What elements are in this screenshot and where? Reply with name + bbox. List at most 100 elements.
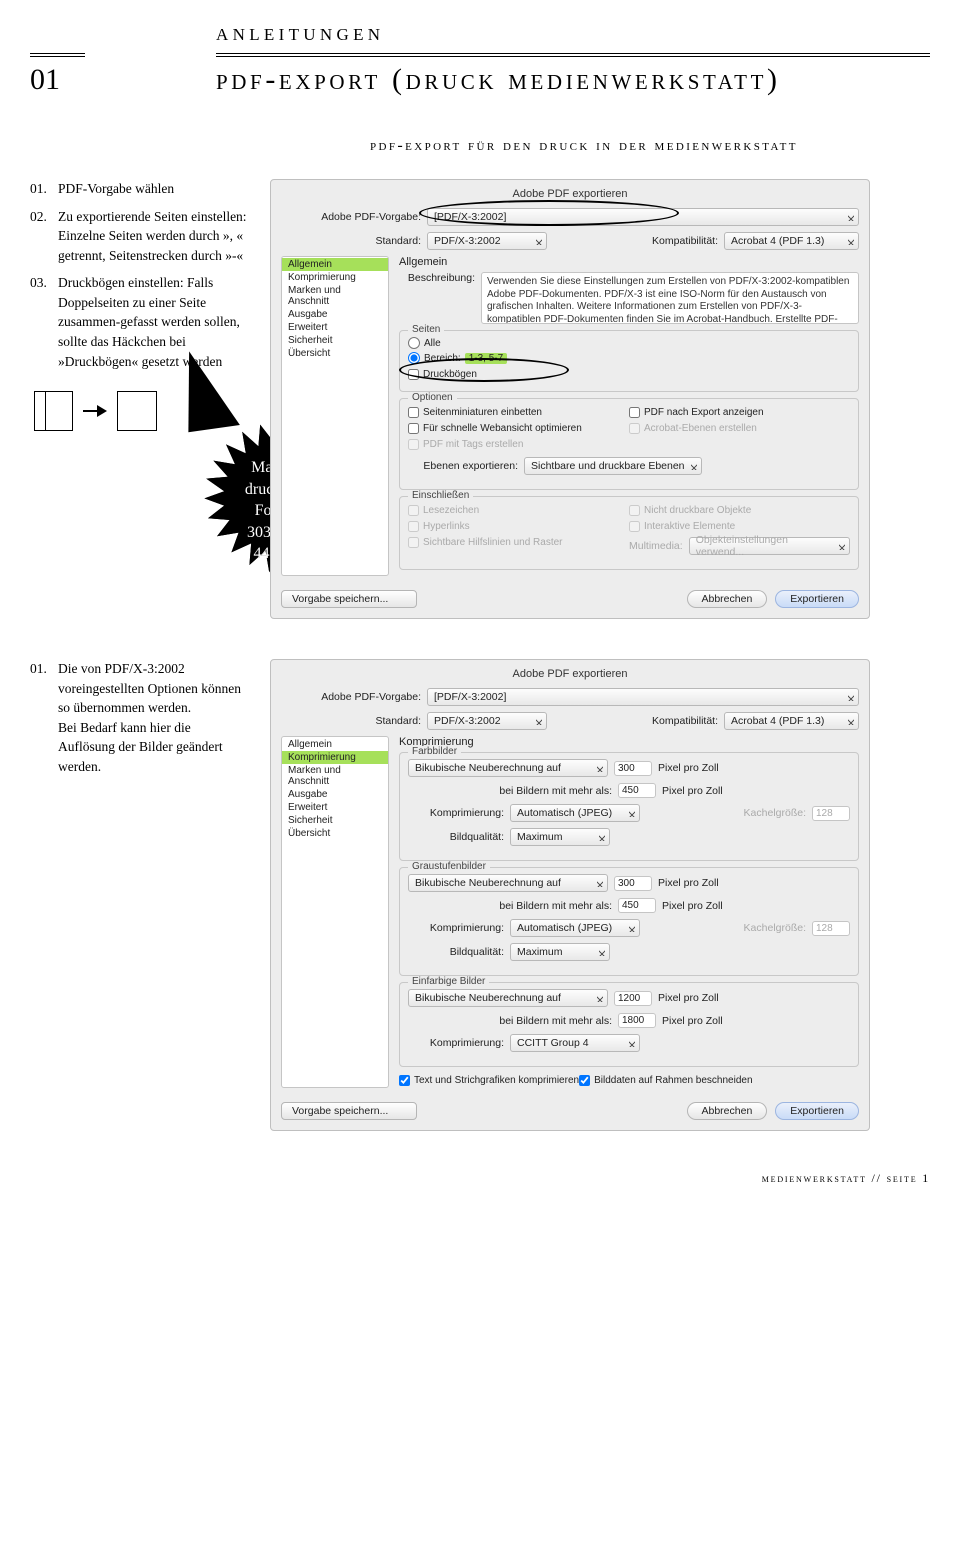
cancel-button[interactable]: Abbrechen <box>687 590 768 608</box>
sidebar-item[interactable]: Sicherheit <box>282 814 388 827</box>
sidebar-item[interactable]: Erweitert <box>282 321 388 334</box>
pdf-preset-select[interactable]: [PDF/X-3:2002] <box>427 688 859 706</box>
dpi-input[interactable]: 1200 <box>614 991 652 1006</box>
label: Komprimierung: <box>408 922 504 934</box>
sidebar-item[interactable]: Allgemein <box>282 738 388 751</box>
kompat-select[interactable]: Acrobat 4 (PDF 1.3) <box>724 712 859 730</box>
chk-pdfnach[interactable]: PDF nach Export anzeigen <box>629 407 764 418</box>
label: Beschreibung: <box>399 272 475 284</box>
label: Ebenen exportieren: <box>408 460 518 472</box>
steps-list-2: 01.Die von PDF/X-3:2002 voreingestellten… <box>30 659 250 1131</box>
label: bei Bildern mit mehr als: <box>408 900 612 912</box>
chk-interaktiv: Interaktive Elemente <box>629 521 735 532</box>
compression-select[interactable]: Automatisch (JPEG) <box>510 919 640 937</box>
header-kicker: anleitungen <box>216 20 930 47</box>
chk-crop-frames[interactable]: Bilddaten auf Rahmen beschneiden <box>579 1075 752 1086</box>
threshold-input[interactable]: 450 <box>618 783 656 798</box>
save-preset-button[interactable]: Vorgabe speichern... <box>281 1102 417 1120</box>
label: Bildqualität: <box>408 946 504 958</box>
sidebar-item[interactable]: Marken und Anschnitt <box>282 284 388 308</box>
label: Multimedia: <box>629 540 683 552</box>
step-text: Zu exportierende Seiten einstellen: Einz… <box>58 207 250 266</box>
label: Kachelgröße: <box>744 922 806 934</box>
label: Adobe PDF-Vorgabe: <box>311 211 421 223</box>
sidebar-item[interactable]: Erweitert <box>282 801 388 814</box>
dialog-sidebar[interactable]: Allgemein Komprimierung Marken und Ansch… <box>281 736 389 1088</box>
tile-input: 128 <box>812 921 850 936</box>
label: Standard: <box>311 715 421 727</box>
arrow-right-icon <box>83 399 107 423</box>
rule <box>216 53 930 57</box>
standard-select[interactable]: PDF/X-3:2002 <box>427 232 547 250</box>
sidebar-item[interactable]: Komprimierung <box>282 271 388 284</box>
chapter-number: 01 <box>30 63 70 97</box>
sidebar-item[interactable]: Ausgabe <box>282 788 388 801</box>
steps-list: 01. PDF-Vorgabe wählen 02. Zu exportierend… <box>30 179 250 619</box>
fieldset-legend: Seiten <box>408 324 444 335</box>
chk-lesezeichen: Lesezeichen <box>408 505 479 516</box>
downsample-select[interactable]: Bikubische Neuberechnung auf <box>408 874 608 892</box>
chk-pdftags: PDF mit Tags erstellen <box>408 439 523 450</box>
dpi-input[interactable]: 300 <box>614 876 652 891</box>
dpi-input[interactable]: 300 <box>614 761 652 776</box>
fieldset-legend: Einfarbige Bilder <box>408 976 489 987</box>
save-preset-button[interactable]: Vorgabe speichern... <box>281 590 417 608</box>
label: Pixel pro Zoll <box>662 900 723 912</box>
sidebar-item[interactable]: Allgemein <box>282 258 388 271</box>
label: Pixel pro Zoll <box>662 785 723 797</box>
step-text: PDF-Vorgabe wählen <box>58 179 174 199</box>
radio-alle[interactable]: Alle <box>408 337 441 349</box>
panel-title: Allgemein <box>399 256 859 268</box>
label: Pixel pro Zoll <box>658 762 719 774</box>
page-footer: medienwerkstatt // seite 1 <box>30 1171 930 1186</box>
chk-text-compress[interactable]: Text und Strichgrafiken komprimieren <box>399 1075 579 1086</box>
chk-webansicht[interactable]: Für schnelle Webansicht optimieren <box>408 423 582 434</box>
sidebar-item[interactable]: Übersicht <box>282 347 388 360</box>
dialog-title: Adobe PDF exportieren <box>281 668 859 680</box>
label: Bildqualität: <box>408 831 504 843</box>
step-num: 01. <box>30 179 52 199</box>
chk-nichtdruck: Nicht druckbare Objekte <box>629 505 751 516</box>
subtitle: pdf-export für den druck in der medienwe… <box>370 137 930 155</box>
export-dialog-komprimierung: Adobe PDF exportieren Adobe PDF-Vorgabe:… <box>270 659 870 1131</box>
standard-select[interactable]: PDF/X-3:2002 <box>427 712 547 730</box>
label: Kompatibilität: <box>623 715 718 727</box>
rule <box>30 53 85 57</box>
sidebar-item[interactable]: Sicherheit <box>282 334 388 347</box>
compression-select[interactable]: Automatisch (JPEG) <box>510 804 640 822</box>
sidebar-item[interactable]: Komprimierung <box>282 751 388 764</box>
dialog-sidebar[interactable]: Allgemein Komprimierung Marken und Ansch… <box>281 256 389 576</box>
step-num: 03. <box>30 273 52 371</box>
kompat-select[interactable]: Acrobat 4 (PDF 1.3) <box>724 232 859 250</box>
chk-hilfslinien: Sichtbare Hilfslinien und Raster <box>408 537 563 548</box>
label: bei Bildern mit mehr als: <box>408 1015 612 1027</box>
step-num: 02. <box>30 207 52 266</box>
threshold-input[interactable]: 1800 <box>618 1013 656 1028</box>
label: bei Bildern mit mehr als: <box>408 785 612 797</box>
sidebar-item[interactable]: Marken und Anschnitt <box>282 764 388 788</box>
compression-select[interactable]: CCITT Group 4 <box>510 1034 640 1052</box>
sidebar-item[interactable]: Übersicht <box>282 827 388 840</box>
downsample-select[interactable]: Bikubische Neuberechnung auf <box>408 759 608 777</box>
export-button[interactable]: Exportieren <box>775 1102 859 1120</box>
threshold-input[interactable]: 450 <box>618 898 656 913</box>
downsample-select[interactable]: Bikubische Neuberechnung auf <box>408 989 608 1007</box>
fieldset-legend: Optionen <box>408 392 457 403</box>
chk-acrobat-ebenen: Acrobat-Ebenen erstellen <box>629 423 757 434</box>
label: Komprimierung: <box>408 1037 504 1049</box>
export-button[interactable]: Exportieren <box>775 590 859 608</box>
label: Kompatibilität: <box>623 235 718 247</box>
label: Pixel pro Zoll <box>662 1015 723 1027</box>
quality-select[interactable]: Maximum <box>510 828 610 846</box>
tile-input: 128 <box>812 806 850 821</box>
label: Pixel pro Zoll <box>658 992 719 1004</box>
description-text: Verwenden Sie diese Einstellungen zum Er… <box>481 272 859 324</box>
quality-select[interactable]: Maximum <box>510 943 610 961</box>
sidebar-item[interactable]: Ausgabe <box>282 308 388 321</box>
cancel-button[interactable]: Abbrechen <box>687 1102 768 1120</box>
annotation-oval-preset <box>419 200 679 226</box>
fieldset-legend: Graustufenbilder <box>408 861 490 872</box>
chk-seitenmin[interactable]: Seitenminiaturen einbetten <box>408 407 542 418</box>
fieldset-legend: Farbbilder <box>408 746 461 757</box>
ebenen-select[interactable]: Sichtbare und druckbare Ebenen <box>524 457 702 475</box>
